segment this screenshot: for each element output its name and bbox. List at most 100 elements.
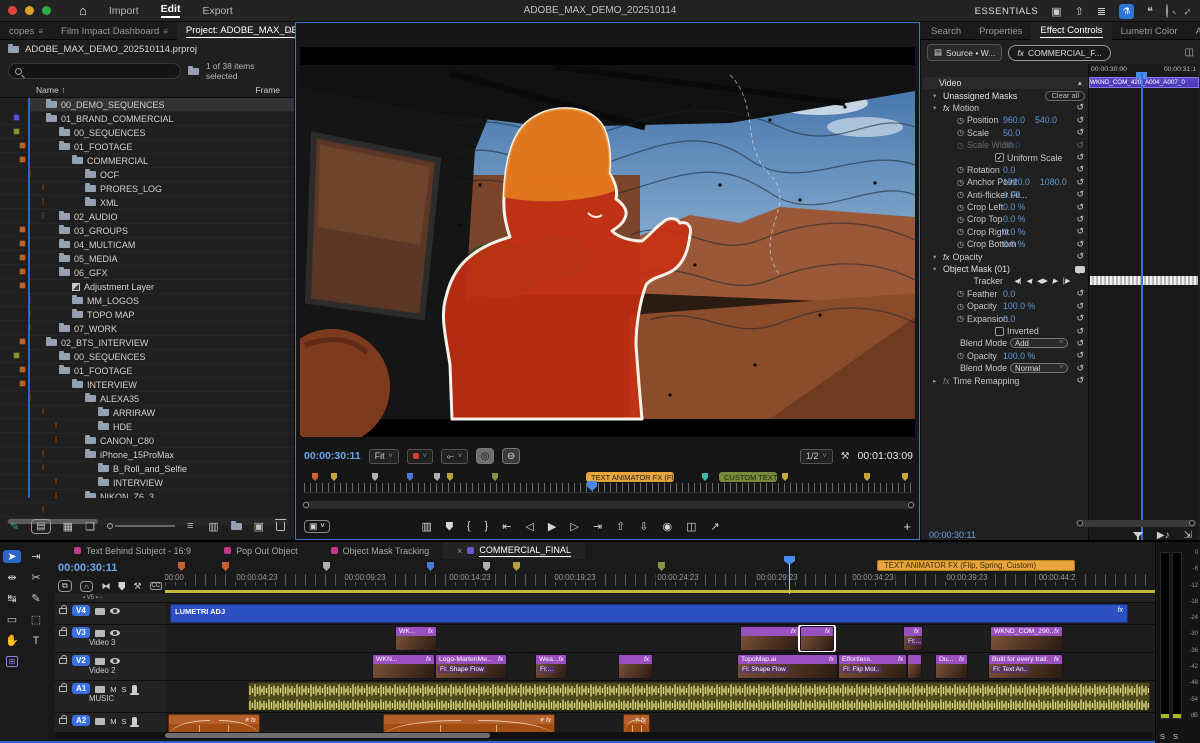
- param-values[interactable]: 100.0 %: [1003, 351, 1045, 361]
- lift-icon[interactable]: ⇧: [616, 520, 625, 533]
- bin-tree-row[interactable]: HDE: [30, 420, 294, 434]
- export-frame-icon[interactable]: ▥: [421, 520, 431, 533]
- collapse-section-icon[interactable]: ▲: [1077, 80, 1083, 87]
- monitor-settings-button[interactable]: ▣ ˅: [304, 519, 330, 533]
- sequence-marker[interactable]: [864, 473, 870, 481]
- object-select-tool[interactable]: ⬚: [31, 613, 41, 626]
- hand-tool[interactable]: ✋: [5, 634, 19, 647]
- label-swatch-row[interactable]: [0, 377, 28, 391]
- mask-tool-dropdown[interactable]: ⟜ ˅: [440, 448, 469, 464]
- effect-row[interactable]: fx ◷ Feather 0.0˅ ◀|◀◀▶▶|▶ 0.0 ↺ ▲: [923, 288, 1088, 300]
- effects-export-icon[interactable]: ⇲: [1184, 530, 1192, 541]
- effect-row[interactable]: fx ◷ Crop Left 0.0 %˅ ◀|◀◀▶▶|▶ 0.0 % ↺ ▲: [923, 201, 1088, 213]
- close-window-button[interactable]: [8, 6, 17, 15]
- blend-mode-dropdown[interactable]: Normal ˅: [1010, 363, 1068, 374]
- timeline-ruler[interactable]: :00:00 00:00:04:23 00:00:09:23 00:00:14:23 0…: [165, 560, 1155, 594]
- label-swatch-row[interactable]: [0, 223, 28, 237]
- meter-solo-left[interactable]: S: [1160, 732, 1165, 741]
- track-v5-collapsed[interactable]: ▪ V5 ▪ ◦: [55, 594, 1155, 603]
- stopwatch-icon[interactable]: ◷: [957, 227, 964, 236]
- sequence-marker[interactable]: [447, 473, 453, 481]
- captions-icon[interactable]: CC: [149, 582, 163, 590]
- stopwatch-icon[interactable]: ◷: [957, 240, 964, 249]
- fit-dropdown[interactable]: Fit ˅: [368, 448, 399, 464]
- sequence-tab[interactable]: × COMMERCIAL_FINAL: [443, 542, 585, 559]
- effect-row[interactable]: fx ◷ Position 960.0˅ ◀|◀◀▶▶|▶ 960.0540.0…: [923, 114, 1088, 126]
- param-values[interactable]: 0.0: [1003, 165, 1025, 175]
- timeline-add-marker-icon[interactable]: [118, 581, 126, 591]
- label-swatch-row[interactable]: [0, 279, 28, 293]
- label-swatch-row[interactable]: [0, 153, 28, 167]
- program-video-viewport[interactable]: [274, 47, 916, 445]
- stopwatch-icon[interactable]: ◷: [957, 178, 964, 187]
- label-color-swatch[interactable]: [19, 338, 26, 345]
- bin-tree-row[interactable]: 01_BRAND_COMMERCIAL: [30, 112, 294, 126]
- quick-export-transport-icon[interactable]: ↗: [711, 520, 720, 533]
- stopwatch-icon[interactable]: ◷: [957, 302, 964, 311]
- ripple-edit-tool[interactable]: ⇹: [7, 571, 16, 584]
- label-swatch-row[interactable]: [0, 349, 28, 363]
- bin-tree-row[interactable]: B_Roll_and_Selfie: [30, 462, 294, 476]
- right-panel-tab[interactable]: Adobe Stock: [1187, 22, 1200, 40]
- sequence-marker[interactable]: [434, 473, 440, 481]
- label-color-swatch[interactable]: [12, 128, 20, 135]
- sequence-marker[interactable]: [331, 473, 337, 481]
- label-color-swatch[interactable]: [19, 156, 26, 163]
- timeline-horizontal-scrollbar[interactable]: [55, 732, 1153, 739]
- source-patch-icon[interactable]: [94, 658, 105, 665]
- stopwatch-icon[interactable]: ◷: [957, 190, 964, 199]
- effect-row[interactable]: fx ◷ Rotation 0.0˅ ◀|◀◀▶▶|▶ 0.0 ↺ ▲: [923, 164, 1088, 176]
- bin-tree-row[interactable]: 02_AUDIO: [30, 210, 294, 224]
- source-monitor-tab-button[interactable]: ▤ Source • W...: [927, 44, 1003, 61]
- type-tool[interactable]: T: [33, 635, 40, 647]
- timeline-marker[interactable]: [323, 562, 330, 571]
- clear-all-button[interactable]: Clear all: [1045, 90, 1085, 101]
- right-panel-tab[interactable]: Effect Controls: [1031, 22, 1112, 40]
- label-color-swatch[interactable]: [19, 282, 26, 289]
- effect-row[interactable]: fx ◷ Opacity 100.0 %˅ ◀|◀◀▶▶|▶ 100.0 % ↺…: [923, 300, 1088, 312]
- fx-badge-icon[interactable]: fx: [943, 103, 950, 113]
- video-clip[interactable]: WK... fx: [395, 626, 437, 651]
- reset-parameter-icon[interactable]: ↺: [1076, 313, 1084, 324]
- track-visibility-icon[interactable]: [109, 608, 120, 614]
- add-button-icon[interactable]: +: [903, 519, 911, 534]
- effect-row[interactable]: fx ◷ Blend Mode Add˅ ◀|◀◀▶▶|▶ Add ↺ ▲: [923, 337, 1088, 349]
- comment-bubble-icon[interactable]: [1075, 265, 1085, 274]
- stopwatch-icon[interactable]: ◷: [957, 141, 964, 150]
- video-clip[interactable]: WKN... fx: [372, 654, 435, 679]
- reset-parameter-icon[interactable]: ↺: [1076, 288, 1084, 299]
- reset-parameter-icon[interactable]: ↺: [1076, 102, 1084, 113]
- linked-selection-icon[interactable]: ⧓: [101, 581, 110, 592]
- lane-v3[interactable]: WK... fx fx fx fx FI:... WKND_COM_290.. fx: [165, 625, 1155, 652]
- workspace-label[interactable]: ESSENTIALS: [975, 6, 1039, 17]
- bin-tree-row[interactable]: INTERVIEW: [30, 476, 294, 490]
- playback-resolution-dropdown[interactable]: 1/2 ˅: [799, 448, 833, 464]
- track-header-v2[interactable]: V2 Video 2: [55, 653, 165, 680]
- label-swatch-row[interactable]: [0, 125, 28, 139]
- source-patch-icon[interactable]: [94, 630, 105, 637]
- search-zoom-icon[interactable]: [1166, 4, 1168, 18]
- solo-button[interactable]: S: [121, 717, 126, 726]
- fullscreen-icon[interactable]: ↔: [1178, 3, 1194, 19]
- reset-parameter-icon[interactable]: ↺: [1076, 127, 1084, 138]
- snapshot-icon[interactable]: ◉: [663, 520, 673, 533]
- razor-tool[interactable]: ✂: [31, 571, 40, 584]
- label-color-swatch[interactable]: [19, 254, 26, 261]
- effect-row[interactable]: fx ◷ Scale 50.0˅ ◀|◀◀▶▶|▶ 50.0 ↺ ▲: [923, 127, 1088, 139]
- param-values[interactable]: 0.0: [1003, 314, 1025, 324]
- lane-v4[interactable]: LUMETRI ADJ fx: [165, 603, 1155, 624]
- label-swatch-row[interactable]: [0, 251, 28, 265]
- bin-tree-row[interactable]: ARRIRAW: [30, 406, 294, 420]
- add-marker-icon[interactable]: [445, 521, 453, 531]
- bin-tree-row[interactable]: XML: [30, 196, 294, 210]
- fx-badge-icon[interactable]: fx: [943, 376, 950, 386]
- label-swatch-row[interactable]: [0, 335, 28, 349]
- label-swatch-row[interactable]: [0, 111, 28, 125]
- reset-parameter-icon[interactable]: ↺: [1076, 363, 1084, 374]
- proxy-dropdown[interactable]: ˅: [406, 448, 433, 464]
- bin-tree-row[interactable]: NIKON_Z6_3: [30, 490, 294, 498]
- effect-row[interactable]: fx ◷ Time Remapping ˅ ◀|◀◀▶▶|▶ ↺ ▲: [923, 374, 1088, 386]
- reset-parameter-icon[interactable]: ↺: [1076, 140, 1084, 151]
- bin-tree-row[interactable]: ALEXA35: [30, 392, 294, 406]
- bin-tree-row[interactable]: 00_DEMO_SEQUENCES: [30, 98, 294, 112]
